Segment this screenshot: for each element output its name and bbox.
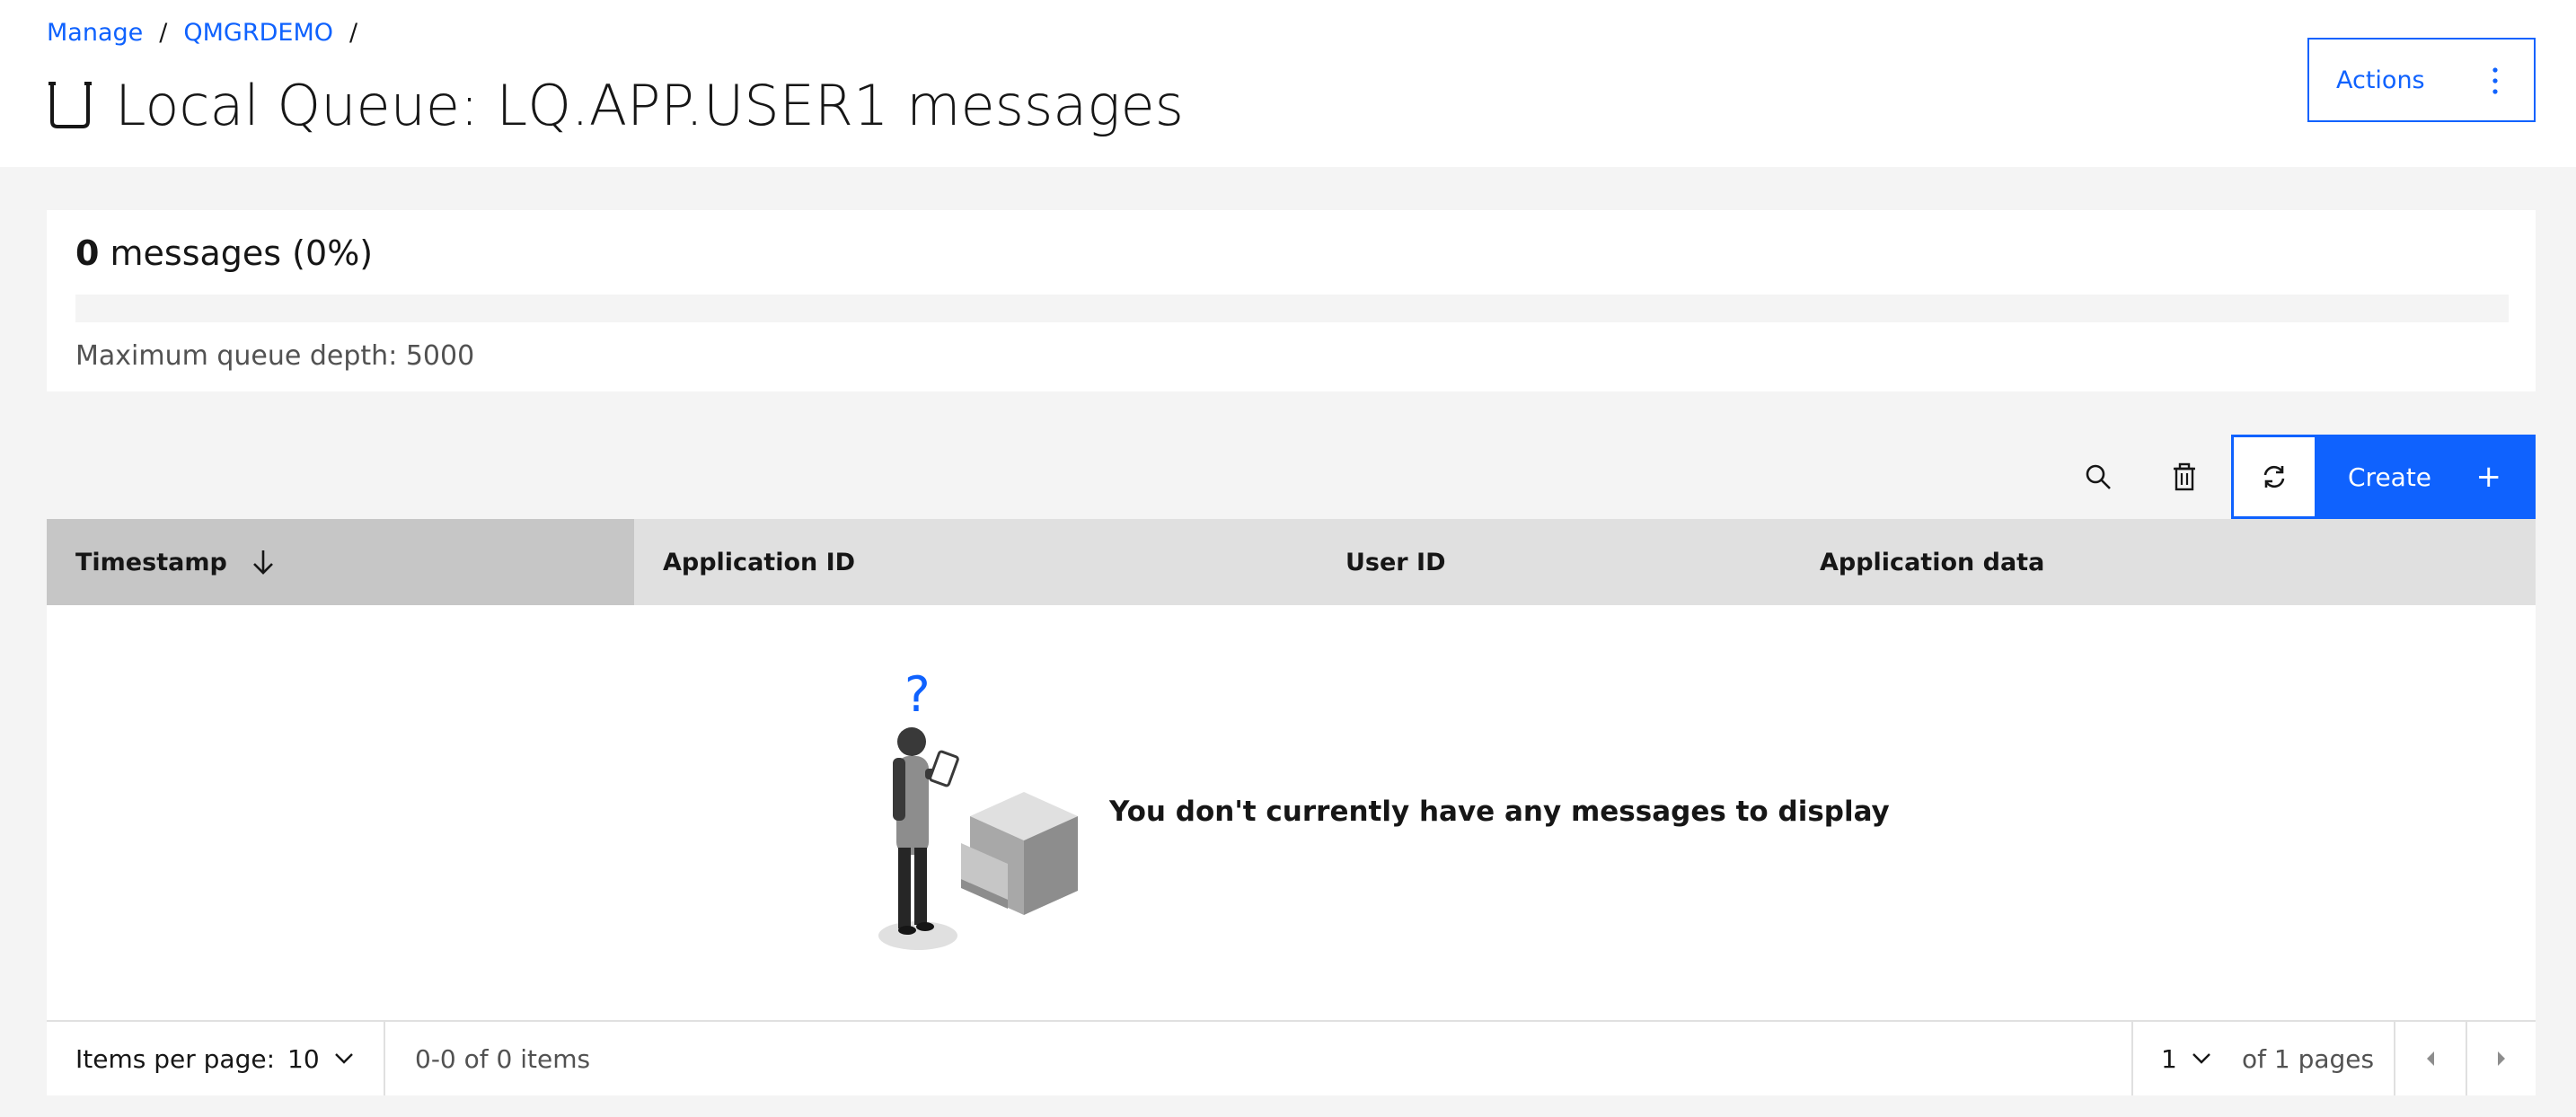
next-page-button[interactable] (2467, 1022, 2536, 1095)
caret-right-icon (2498, 1051, 2505, 1066)
actions-button-label: Actions (2336, 66, 2425, 94)
table-toolbar: Create + (47, 435, 2536, 519)
page-title-text: Local Queue: LQ.APP.USER1 messages (115, 72, 1184, 138)
column-header-application-data[interactable]: Application data (1791, 519, 2536, 605)
message-count: 0 messages (0%) (75, 233, 373, 273)
pagination: Items per page: 10 0-0 of 0 items 1 of 1… (47, 1022, 2536, 1095)
create-button[interactable]: Create + (2317, 435, 2536, 519)
items-per-page-select[interactable]: 10 (287, 1022, 354, 1095)
page-title: Local Queue: LQ.APP.USER1 messages (47, 66, 1184, 144)
trash-icon (2174, 462, 2195, 491)
refresh-icon (2263, 465, 2285, 488)
chevron-down-icon (334, 1053, 353, 1064)
breadcrumb-link-manage[interactable]: Manage (47, 19, 143, 47)
empty-state-illustration: ? (878, 668, 1078, 950)
delete-button[interactable] (2141, 435, 2228, 519)
create-button-label: Create (2348, 462, 2432, 492)
queue-depth-tile: 0 messages (0%) Maximum queue depth: 500… (47, 210, 2536, 391)
page-header: Manage / QMGRDEMO / Local Queue: LQ.APP.… (0, 0, 2576, 167)
table-header: Timestamp Application ID User ID Applica… (47, 519, 2536, 605)
refresh-button[interactable] (2231, 435, 2317, 519)
column-header-label: User ID (1345, 548, 1446, 576)
question-mark: ? (904, 668, 931, 723)
actions-button[interactable]: Actions (2307, 38, 2536, 122)
column-header-timestamp[interactable]: Timestamp (47, 519, 634, 605)
arrow-down-icon (252, 550, 273, 575)
items-per-page-value: 10 (287, 1043, 320, 1074)
empty-state-message: You don't currently have any messages to… (1109, 796, 1890, 828)
column-header-label: Application data (1820, 548, 2045, 576)
breadcrumb-separator: / (159, 18, 168, 47)
column-header-label: Timestamp (75, 548, 227, 576)
overflow-menu-vertical-icon (2492, 67, 2498, 94)
items-per-page: Items per page: (75, 1022, 275, 1095)
message-count-value: 0 (75, 233, 100, 273)
plus-icon: + (2475, 459, 2502, 495)
divider (2131, 1022, 2133, 1095)
divider (384, 1022, 385, 1095)
message-count-label: messages (0%) (99, 233, 374, 273)
table-empty-state: ? You don't currently have any messages … (47, 605, 2536, 1022)
column-header-user-id[interactable]: User ID (1317, 519, 1791, 605)
max-queue-depth: Maximum queue depth: 5000 (75, 340, 475, 372)
page-select[interactable]: 1 (2161, 1022, 2211, 1095)
breadcrumb: Manage / QMGRDEMO / (47, 16, 374, 48)
previous-page-button[interactable] (2395, 1022, 2466, 1095)
search-icon (2086, 464, 2111, 489)
breadcrumb-separator: / (349, 18, 358, 47)
breadcrumb-link-queue-manager[interactable]: QMGRDEMO (183, 19, 333, 47)
column-header-application-id[interactable]: Application ID (634, 519, 1317, 605)
current-page-value: 1 (2161, 1043, 2177, 1074)
queue-icon (49, 82, 92, 128)
queue-depth-bar (75, 295, 2509, 322)
chevron-down-icon (2192, 1053, 2210, 1064)
total-pages: of 1 pages (2242, 1043, 2375, 1074)
search-button[interactable] (2055, 435, 2141, 519)
item-range: 0-0 of 0 items (415, 1043, 591, 1074)
column-header-label: Application ID (663, 548, 856, 576)
items-per-page-label: Items per page: (75, 1043, 276, 1074)
caret-left-icon (2427, 1051, 2434, 1066)
